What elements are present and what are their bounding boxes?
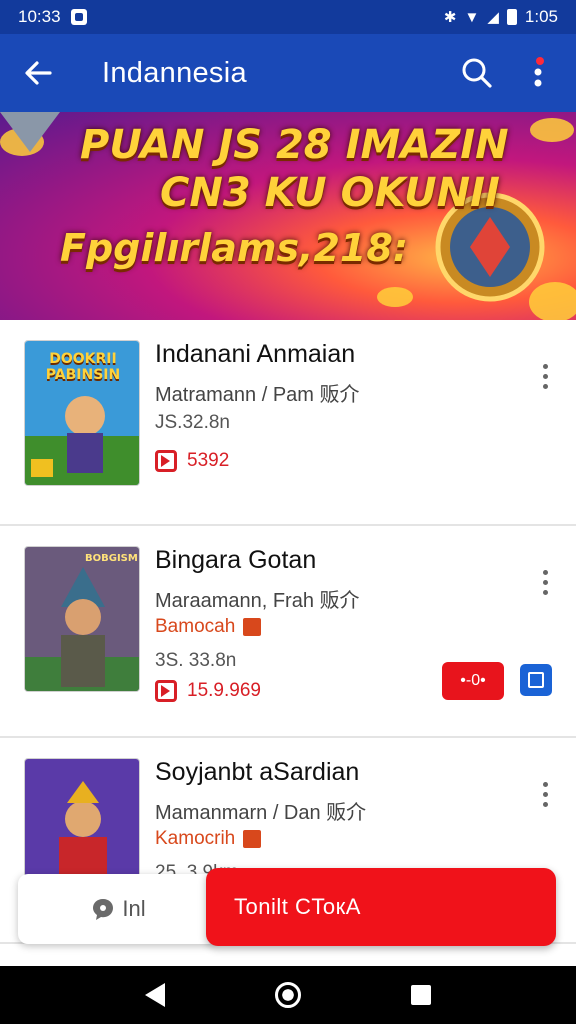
- item-developer: Matramann / Pam 贩介: [155, 384, 360, 406]
- page-title: Indannesia: [102, 56, 247, 89]
- play-icon: [155, 680, 177, 702]
- app-list: DOOKRII PABINSIN Indanani Anmaian Matram…: [0, 320, 576, 944]
- overflow-menu-button[interactable]: [516, 48, 560, 98]
- item-size: 3S. 33.8n: [155, 650, 237, 671]
- item-action-button[interactable]: •-0•: [442, 662, 504, 700]
- promo-banner[interactable]: PUAN JS 28 IMAZIN CN3 KU OKUNII Fpgilırl…: [0, 112, 576, 320]
- item-tag-label: Kamocrih: [155, 828, 236, 849]
- item-tag-label: Bamocah: [155, 616, 236, 637]
- back-button[interactable]: [0, 34, 76, 112]
- menu-dot: [542, 383, 548, 389]
- item-title: Soyjanbt aSardian: [155, 758, 360, 786]
- share-icon: [528, 672, 544, 688]
- chat-bubble-icon: [93, 899, 114, 920]
- item-tag: Kamocrih: [155, 828, 262, 850]
- menu-dot: [542, 589, 548, 595]
- battery-icon: [506, 9, 517, 25]
- game-thumbnail: BOBGISM: [24, 546, 140, 692]
- search-button[interactable]: [452, 48, 502, 98]
- thumbnail-caption: BOBGISM: [85, 553, 138, 564]
- arrow-back-icon: [25, 61, 52, 85]
- banner-headline-1: PUAN JS 28 IMAZIN: [80, 122, 509, 168]
- tag-icon: [243, 830, 262, 848]
- item-menu-button[interactable]: [530, 356, 560, 396]
- item-tag: Bamocah: [155, 616, 262, 638]
- item-count-value: 5392: [187, 450, 230, 471]
- status-clock-right: 1:05: [524, 7, 558, 26]
- banner-headline-2: CN3 KU OKUNII: [160, 170, 500, 216]
- item-menu-button[interactable]: [530, 562, 560, 602]
- item-count-value: 15.9.969: [187, 680, 261, 701]
- nav-back-icon[interactable]: [145, 983, 165, 1007]
- thumbnail-caption: DOOKRII PABINSIN: [45, 351, 121, 383]
- menu-dot: [542, 579, 548, 585]
- menu-dot: [542, 801, 548, 807]
- game-thumbnail: DOOKRII PABINSIN: [24, 340, 140, 486]
- app-bar: Indannesia: [0, 34, 576, 112]
- system-nav-bar: [0, 966, 576, 1024]
- chat-button-label: Inl: [122, 896, 146, 921]
- nav-home-icon[interactable]: [275, 982, 301, 1008]
- tag-icon: [243, 618, 262, 636]
- bottom-action-bar: Inl Tonilt CToкA: [18, 868, 558, 946]
- signal-icon: ◢: [487, 9, 499, 26]
- play-icon: [155, 450, 177, 472]
- item-menu-button[interactable]: [530, 774, 560, 814]
- more-vert-icon: [542, 781, 548, 787]
- primary-action-button[interactable]: Tonilt CToкA: [206, 868, 556, 946]
- item-count: 5392: [155, 450, 229, 472]
- more-vert-icon: [542, 363, 548, 369]
- bluetooth-icon: ✱: [443, 9, 457, 26]
- more-vert-icon: [534, 57, 544, 87]
- menu-dot: [542, 373, 548, 379]
- item-count: 15.9.969: [155, 680, 261, 702]
- item-share-button[interactable]: [520, 664, 552, 696]
- search-icon: [462, 58, 492, 88]
- notification-icon: [70, 9, 87, 25]
- item-size: JS.32.8n: [155, 412, 230, 433]
- item-title: Indanani Anmaian: [155, 340, 356, 368]
- list-item[interactable]: BOBGISM Bingara Gotan Maraamann, Frah 贩介…: [0, 526, 576, 738]
- chat-button[interactable]: Inl: [18, 874, 218, 944]
- nav-recents-icon[interactable]: [411, 985, 431, 1005]
- item-title: Bingara Gotan: [155, 546, 317, 574]
- status-bar: 10:33 ✱ ▼ ◢ 1:05: [0, 0, 576, 34]
- menu-dot: [542, 791, 548, 797]
- wifi-icon: ▼: [464, 8, 480, 26]
- more-vert-icon: [542, 569, 548, 575]
- item-developer: Mamanmarn / Dan 贩介: [155, 802, 367, 824]
- banner-headline-3: Fpgilırlams,218:: [60, 226, 409, 270]
- item-developer: Maraamann, Frah 贩介: [155, 590, 360, 612]
- list-item[interactable]: DOOKRII PABINSIN Indanani Anmaian Matram…: [0, 320, 576, 526]
- status-time: 10:33: [18, 7, 61, 26]
